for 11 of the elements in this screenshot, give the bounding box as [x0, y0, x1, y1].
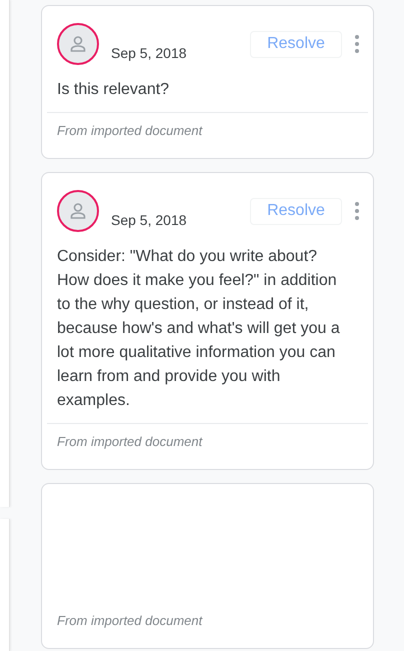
more-options-icon[interactable]	[355, 35, 359, 53]
comment-source: From imported document	[57, 434, 202, 449]
comment-text: Is this relevant?	[56, 80, 170, 100]
comment-source: From imported document	[57, 123, 202, 138]
comment-date: Sep 5, 2018	[111, 45, 188, 61]
more-options-icon[interactable]	[355, 202, 359, 220]
comment-source: From imported document	[57, 613, 202, 628]
avatar-icon	[57, 23, 99, 65]
comment-date: Sep 5, 2018	[111, 212, 188, 228]
comment-text: Consider: "What do you write about? How does it make you feel?" in addition to the why question, or instead of it, because how's and what's will get you a lot more qualitative information you can learn from and provide you with examples.	[56, 247, 341, 411]
avatar-icon	[57, 190, 99, 232]
